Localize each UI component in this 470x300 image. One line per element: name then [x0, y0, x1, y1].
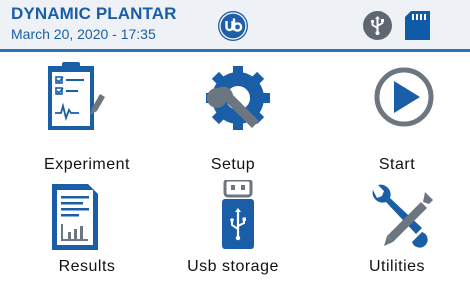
- start-label: Start: [378, 156, 416, 173]
- experiment-label: Experiment: [44, 156, 130, 173]
- gear-wrench-icon: [206, 66, 270, 130]
- clipboard-chart-icon: [48, 62, 105, 130]
- usb-storage-label: Usb storage: [187, 258, 279, 275]
- play-icon: [374, 67, 434, 127]
- results-button[interactable]: Results: [12, 180, 162, 300]
- utilities-label: Utilities: [368, 258, 426, 275]
- experiment-button[interactable]: Experiment: [12, 60, 162, 180]
- setup-label: Setup: [210, 156, 256, 173]
- start-button[interactable]: Start: [322, 60, 470, 180]
- header-bar: DYNAMIC PLANTAR March 20, 2020 - 17:35: [0, 0, 470, 52]
- app-title: DYNAMIC PLANTAR: [11, 4, 177, 23]
- results-label: Results: [58, 258, 116, 275]
- sd-card-icon: [405, 11, 430, 40]
- usb-icon: [363, 11, 392, 40]
- ub-logo-icon: [218, 11, 248, 41]
- utilities-button[interactable]: Utilities: [322, 180, 470, 300]
- setup-button[interactable]: Setup: [158, 60, 308, 180]
- date-time: March 20, 2020 - 17:35: [11, 26, 156, 42]
- usb-storage-button[interactable]: Usb storage: [158, 180, 308, 300]
